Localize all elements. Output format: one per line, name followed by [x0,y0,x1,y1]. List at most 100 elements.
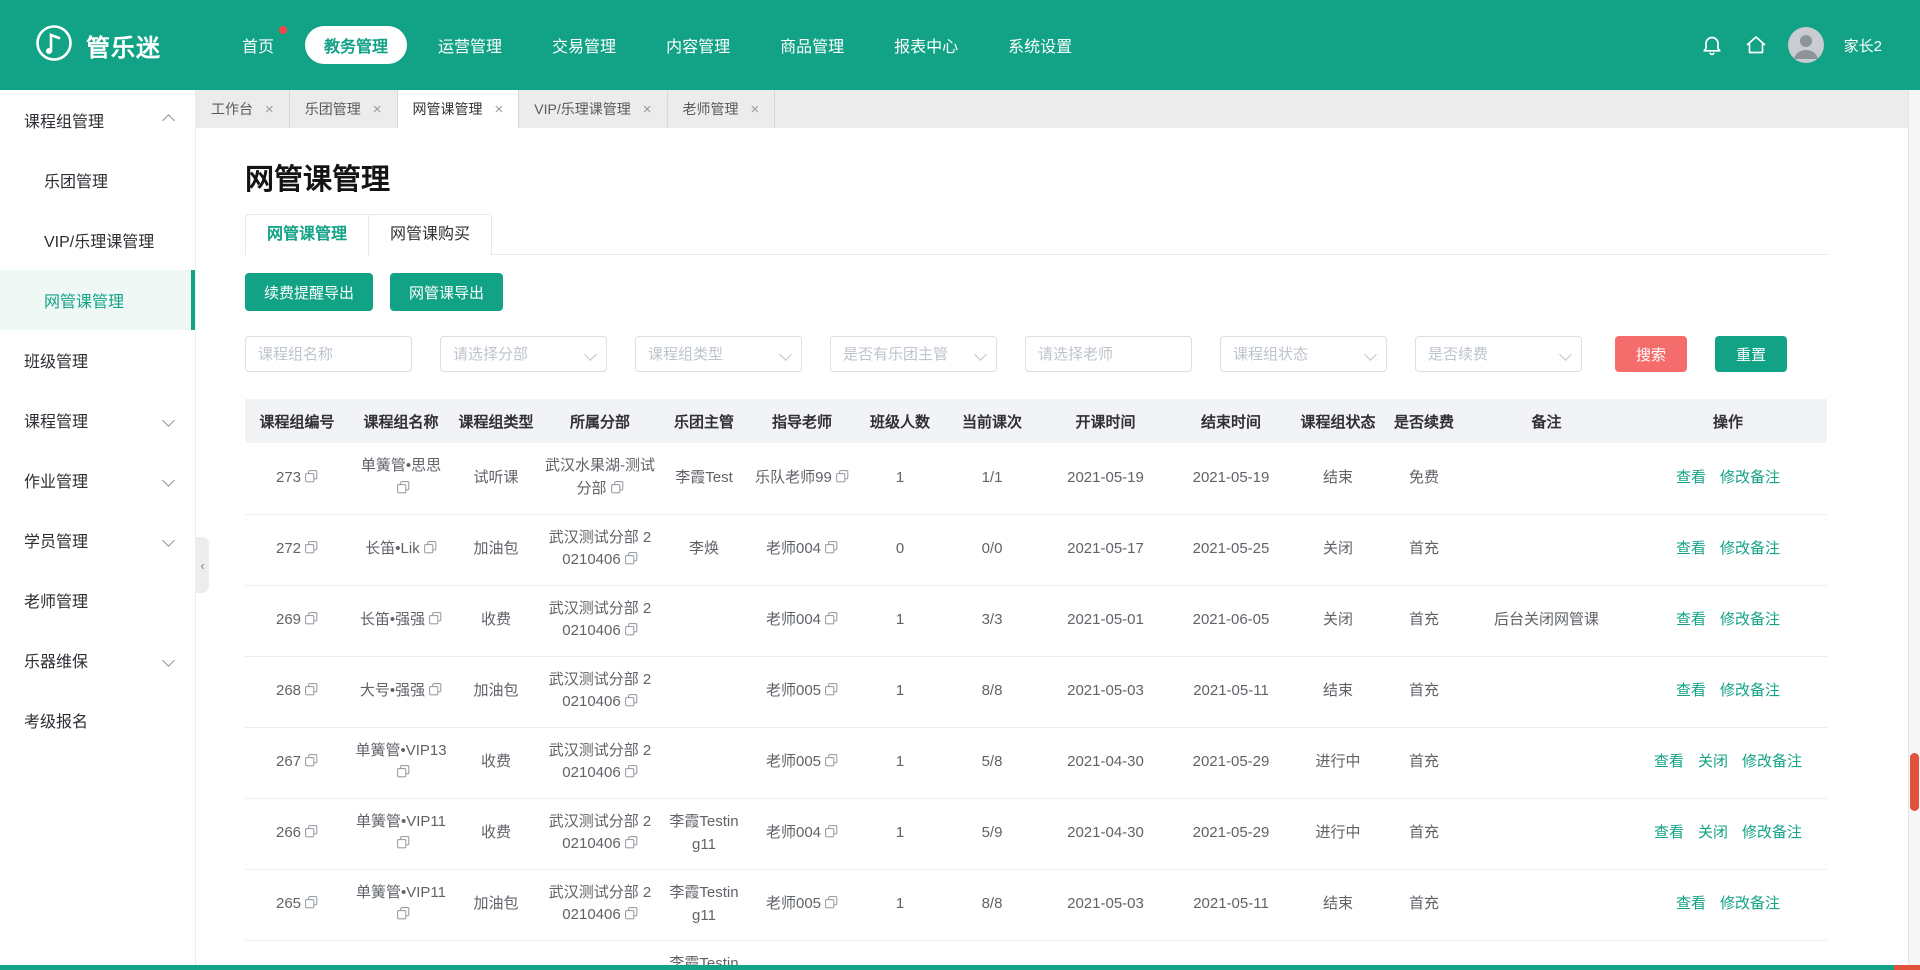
action-link[interactable]: 修改备注 [1720,682,1780,699]
sidebar-subitem-0-1[interactable]: VIP/乐理课管理 [0,210,195,270]
close-icon[interactable]: × [643,102,652,117]
sidebar-item-4[interactable]: 学员管理 [0,510,195,570]
topnav-item-0[interactable]: 首页 [223,26,293,64]
sidebar-item-6[interactable]: 乐器维保 [0,630,195,690]
reset-button[interactable]: 重置 [1715,336,1787,372]
copy-icon[interactable] [825,894,838,917]
sidebar-subitem-0-0[interactable]: 乐团管理 [0,150,195,210]
avatar[interactable] [1788,27,1824,63]
filter-field-4[interactable] [1025,336,1192,372]
topnav-item-3[interactable]: 交易管理 [533,26,635,64]
copy-icon[interactable] [611,479,624,502]
sidebar-collapse-handle[interactable]: ‹ [196,537,209,593]
workspace-tab-2[interactable]: 网管课管理× [398,90,520,128]
copy-icon[interactable] [305,539,318,562]
close-icon[interactable]: × [373,102,382,117]
vertical-scrollbar[interactable] [1908,90,1920,965]
action-link[interactable]: 查看 [1654,824,1684,841]
copy-icon[interactable] [836,468,849,491]
copy-icon[interactable] [305,610,318,633]
filter-field-1[interactable] [440,336,607,372]
filter-field-0[interactable] [245,336,412,372]
copy-icon[interactable] [625,763,638,786]
cell-text: 2021-06-05 [1193,611,1270,628]
copy-icon[interactable] [825,681,838,704]
copy-icon[interactable] [397,763,410,786]
sidebar-item-1[interactable]: 班级管理 [0,330,195,390]
copy-icon[interactable] [397,479,410,502]
topnav-item-1[interactable]: 教务管理 [305,26,407,64]
action-link[interactable]: 查看 [1676,682,1706,699]
copy-icon[interactable] [825,823,838,846]
copy-icon[interactable] [429,681,442,704]
copy-icon[interactable] [825,752,838,775]
copy-icon[interactable] [424,539,437,562]
close-icon[interactable]: × [265,102,274,117]
copy-icon[interactable] [305,894,318,917]
action-link[interactable]: 查看 [1676,611,1706,628]
copy-icon[interactable] [625,834,638,857]
vertical-scrollbar-thumb[interactable] [1910,753,1919,811]
topnav-item-2[interactable]: 运营管理 [419,26,521,64]
horizontal-scrollbar-thumb[interactable] [0,965,1894,970]
cell-start: 2021-05-19 [1041,443,1170,514]
topnav-item-4[interactable]: 内容管理 [647,26,749,64]
filter-field-6[interactable] [1415,336,1582,372]
close-icon[interactable]: × [495,102,504,117]
sidebar-subitem-0-2[interactable]: 网管课管理 [0,270,195,330]
copy-icon[interactable] [397,834,410,857]
action-link[interactable]: 修改备注 [1742,753,1802,770]
action-link[interactable]: 查看 [1676,469,1706,486]
bell-icon[interactable] [1700,33,1724,57]
action-link[interactable]: 关闭 [1698,824,1728,841]
search-button[interactable]: 搜索 [1615,336,1687,372]
action-link[interactable]: 关闭 [1698,753,1728,770]
close-icon[interactable]: × [751,102,760,117]
action-link[interactable]: 查看 [1676,895,1706,912]
filter-field-2[interactable] [635,336,802,372]
copy-icon[interactable] [825,539,838,562]
action-link[interactable]: 修改备注 [1742,824,1802,841]
filter-field-3[interactable] [830,336,997,372]
workspace-tab-4[interactable]: 老师管理× [668,90,776,128]
copy-icon[interactable] [625,692,638,715]
copy-icon[interactable] [625,905,638,928]
page-subtab-1[interactable]: 网管课购买 [368,215,491,255]
copy-icon[interactable] [305,823,318,846]
export-button-1[interactable]: 网管课导出 [390,273,503,311]
topnav-item-7[interactable]: 系统设置 [989,26,1091,64]
copy-icon[interactable] [429,610,442,633]
sidebar-item-label: 课程组管理 [24,108,104,132]
workspace-tab-1[interactable]: 乐团管理× [290,90,398,128]
workspace-tab-3[interactable]: VIP/乐理课管理× [519,90,667,128]
sidebar-item-3[interactable]: 作业管理 [0,450,195,510]
topnav-item-6[interactable]: 报表中心 [875,26,977,64]
action-link[interactable]: 查看 [1654,753,1684,770]
sidebar-item-0[interactable]: 课程组管理 [0,90,195,150]
sidebar-item-7[interactable]: 考级报名 [0,690,195,750]
sidebar-item-2[interactable]: 课程管理 [0,390,195,450]
horizontal-scrollbar[interactable] [0,965,1920,970]
copy-icon[interactable] [625,550,638,573]
action-link[interactable]: 查看 [1676,540,1706,557]
copy-icon[interactable] [825,610,838,633]
copy-icon[interactable] [305,468,318,491]
export-button-0[interactable]: 续费提醒导出 [245,273,373,311]
cell-text: 关闭 [1323,540,1353,557]
filter-field-5[interactable] [1220,336,1387,372]
copy-icon[interactable] [305,752,318,775]
home-icon[interactable] [1744,33,1768,57]
topnav-item-5[interactable]: 商品管理 [761,26,863,64]
workspace-tab-0[interactable]: 工作台× [196,90,290,128]
cell-remark [1464,656,1629,727]
action-link[interactable]: 修改备注 [1720,469,1780,486]
copy-icon[interactable] [305,681,318,704]
action-link[interactable]: 修改备注 [1720,540,1780,557]
page-subtab-0[interactable]: 网管课管理 [246,215,368,255]
cell-progress: 1/1 [943,443,1041,514]
action-link[interactable]: 修改备注 [1720,611,1780,628]
action-link[interactable]: 修改备注 [1720,895,1780,912]
sidebar-item-5[interactable]: 老师管理 [0,570,195,630]
copy-icon[interactable] [625,621,638,644]
copy-icon[interactable] [397,905,410,928]
